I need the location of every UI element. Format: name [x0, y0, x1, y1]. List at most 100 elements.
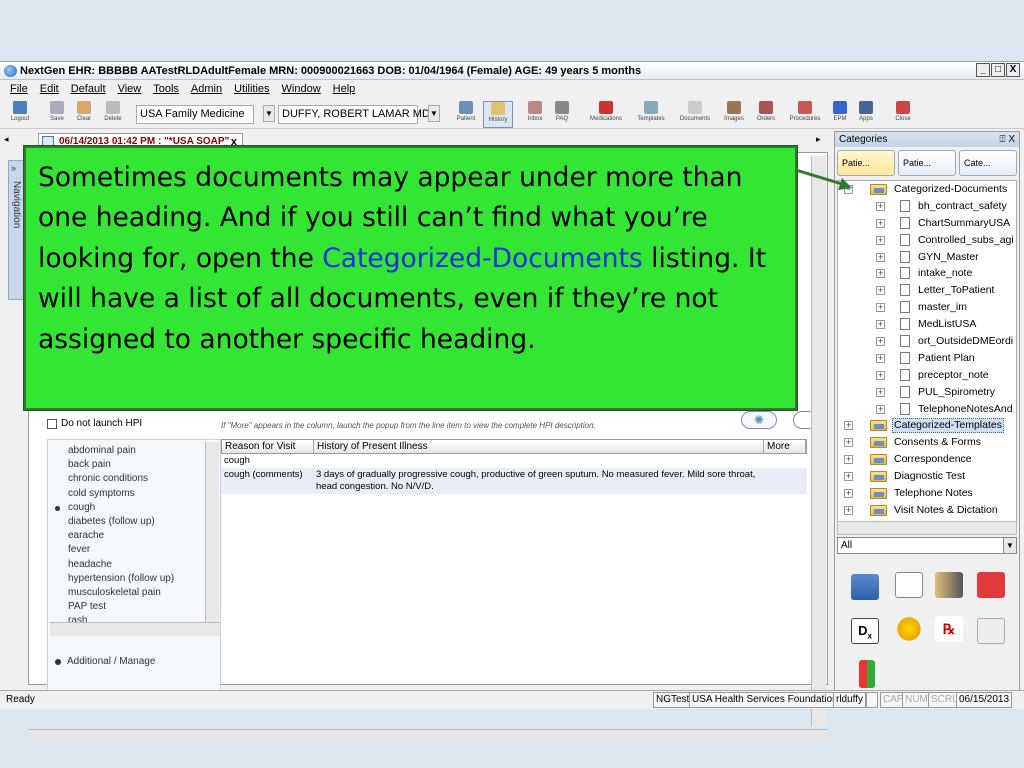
tree-document-item[interactable]: + TelephoneNotesAnd: [838, 401, 1016, 418]
expand-icon[interactable]: +: [876, 269, 885, 279]
reason-list-scrollbar[interactable]: [205, 442, 219, 622]
tree-folder-diagnostic-test[interactable]: + Diagnostic Test: [838, 468, 1016, 485]
table-row[interactable]: cough (comments) 3 days of gradually pro…: [221, 468, 807, 494]
table-row[interactable]: cough: [221, 454, 807, 468]
procedures-button[interactable]: Procedures: [785, 101, 825, 128]
expand-icon[interactable]: +: [844, 438, 853, 448]
categories-filter-select[interactable]: All ▼: [837, 537, 1017, 554]
categories-tree-hscrollbar[interactable]: [837, 521, 1017, 535]
tree-document-item[interactable]: + PUL_Spirometry: [838, 384, 1016, 401]
reason-list-hscrollbar[interactable]: [50, 622, 220, 636]
imaging-icon[interactable]: [935, 572, 963, 598]
reason-item[interactable]: back pain: [48, 458, 222, 472]
tree-document-item[interactable]: + Letter_ToPatient: [838, 282, 1016, 299]
tab-categories[interactable]: Cate...: [959, 150, 1017, 176]
logout-button[interactable]: Logout: [6, 101, 34, 128]
practice-dropdown-icon[interactable]: ▼: [263, 105, 275, 122]
menu-admin[interactable]: Admin: [191, 81, 222, 98]
menu-utilities[interactable]: Utilities: [234, 81, 269, 98]
history-button[interactable]: History: [483, 101, 513, 128]
column-header-more[interactable]: More: [764, 440, 806, 453]
minimize-button[interactable]: _: [976, 63, 990, 77]
clear-button[interactable]: Clear: [72, 101, 96, 128]
tree-document-item[interactable]: + ChartSummaryUSA: [838, 215, 1016, 232]
menu-default[interactable]: Default: [71, 81, 106, 98]
templates-button[interactable]: Templates: [632, 101, 670, 128]
list-icon[interactable]: [851, 574, 879, 600]
reason-item[interactable]: diabetes (follow up): [48, 515, 222, 529]
menu-view[interactable]: View: [118, 81, 142, 98]
tree-folder-categorized-documents[interactable]: − Categorized-Documents: [838, 181, 1016, 198]
tree-folder-categorized-templates[interactable]: + Categorized-Templates: [838, 417, 1016, 434]
column-header-reason[interactable]: Reason for Visit: [222, 440, 314, 453]
tree-document-item[interactable]: + master_im: [838, 299, 1016, 316]
delete-button[interactable]: Delete: [100, 101, 126, 128]
close-button[interactable]: Close: [890, 101, 916, 128]
lab-tubes-icon[interactable]: [859, 660, 875, 688]
close-window-button[interactable]: X: [1006, 63, 1020, 77]
practice-select[interactable]: USA Family Medicine: [136, 105, 254, 124]
reason-item[interactable]: headache: [48, 558, 222, 572]
inbox-button[interactable]: Inbox: [523, 101, 547, 128]
report-icon[interactable]: [895, 572, 923, 598]
epm-button[interactable]: EPM: [829, 101, 851, 128]
dx-icon[interactable]: Dx: [851, 618, 879, 644]
expand-icon[interactable]: +: [876, 252, 885, 262]
tab-scroll-right-icon[interactable]: ▸: [816, 134, 821, 145]
allergy-flower-icon[interactable]: [895, 616, 923, 642]
expand-icon[interactable]: +: [876, 387, 885, 397]
tree-folder-visit-notes[interactable]: + Visit Notes & Dictation: [838, 502, 1016, 519]
tab-scroll-left-icon[interactable]: ◂: [4, 134, 9, 145]
tree-document-item[interactable]: + intake_note: [838, 265, 1016, 282]
expand-icon[interactable]: +: [876, 370, 885, 380]
menu-edit[interactable]: Edit: [40, 81, 59, 98]
tree-folder-correspondence[interactable]: + Correspondence: [838, 451, 1016, 468]
provider-dropdown-icon[interactable]: ▼: [428, 105, 440, 122]
menu-file[interactable]: File: [10, 81, 28, 98]
menu-window[interactable]: Window: [282, 81, 321, 98]
images-button[interactable]: Images: [720, 101, 748, 128]
tree-document-item[interactable]: + bh_contract_safety: [838, 198, 1016, 215]
tree-document-item[interactable]: + MedListUSA: [838, 316, 1016, 333]
tree-folder-consents-forms[interactable]: + Consents & Forms: [838, 434, 1016, 451]
expand-icon[interactable]: +: [844, 489, 853, 499]
expand-icon[interactable]: +: [844, 472, 853, 482]
expand-icon[interactable]: +: [876, 337, 885, 347]
patient-button[interactable]: Patient: [452, 101, 480, 128]
loading-spinner-icon[interactable]: ✺: [741, 411, 777, 429]
expand-icon[interactable]: +: [876, 218, 885, 228]
apps-button[interactable]: Apps: [854, 101, 878, 128]
provider-select[interactable]: DUFFY, ROBERT LAMAR MD: [278, 105, 430, 124]
paq-button[interactable]: PAQ: [551, 101, 573, 128]
expand-icon[interactable]: +: [844, 455, 853, 465]
reason-item[interactable]: PAP test: [48, 600, 222, 614]
reason-item[interactable]: cold symptoms: [48, 487, 222, 501]
reason-item[interactable]: chronic conditions: [48, 472, 222, 486]
maximize-button[interactable]: □: [991, 63, 1005, 77]
expand-icon[interactable]: +: [844, 421, 853, 431]
expand-icon[interactable]: +: [876, 235, 885, 245]
tree-document-item[interactable]: + GYN_Master: [838, 249, 1016, 266]
expand-icon[interactable]: +: [876, 201, 885, 211]
expand-icon[interactable]: +: [876, 303, 885, 313]
reason-item[interactable]: fever: [48, 543, 222, 557]
save-button[interactable]: Save: [46, 101, 68, 128]
menu-tools[interactable]: Tools: [153, 81, 179, 98]
expand-icon[interactable]: +: [844, 505, 853, 515]
document-hscrollbar[interactable]: [29, 729, 827, 743]
expand-icon[interactable]: +: [876, 404, 885, 414]
document-vscrollbar[interactable]: [811, 156, 826, 726]
tree-document-item[interactable]: + preceptor_note: [838, 367, 1016, 384]
do-not-launch-hpi-row[interactable]: Do not launch HPI: [47, 418, 142, 429]
tab-patient-people[interactable]: Patie...: [898, 150, 956, 176]
medications-button[interactable]: Medications: [584, 101, 628, 128]
tree-document-item[interactable]: + Controlled_subs_agi: [838, 232, 1016, 249]
orders-button[interactable]: Orders: [752, 101, 780, 128]
tree-document-item[interactable]: + Patient Plan: [838, 350, 1016, 367]
expand-icon[interactable]: +: [876, 320, 885, 330]
expand-chevrons-icon[interactable]: »: [11, 163, 16, 173]
tree-folder-telephone-notes[interactable]: + Telephone Notes: [838, 485, 1016, 502]
pane-pin-close-icon[interactable]: ⍐ X: [1000, 132, 1015, 147]
reason-item[interactable]: abdominal pain: [48, 444, 222, 458]
menu-help[interactable]: Help: [333, 81, 356, 98]
